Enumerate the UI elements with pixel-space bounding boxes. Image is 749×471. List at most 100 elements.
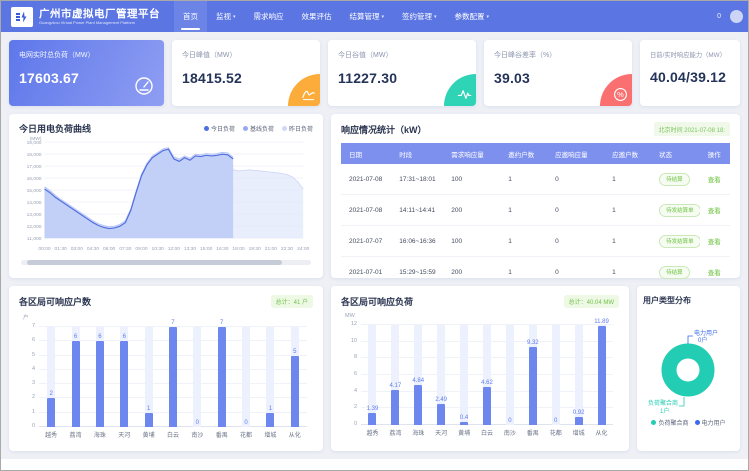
svg-text:04:30: 04:30 bbox=[87, 246, 100, 252]
column-header: 操作 bbox=[700, 143, 730, 164]
nav-item-签约管理[interactable]: 签约管理▾ bbox=[393, 1, 446, 32]
logo-icon bbox=[11, 7, 33, 27]
legend-item[interactable]: 负荷聚合商 bbox=[651, 418, 688, 427]
svg-text:13,000: 13,000 bbox=[27, 212, 42, 218]
nav-item-label: 结算管理 bbox=[350, 11, 380, 22]
bar-花都: 0花都 bbox=[234, 327, 258, 427]
bar-fill[interactable] bbox=[575, 417, 583, 425]
table-cell: 100 bbox=[443, 226, 500, 257]
bar-track bbox=[506, 325, 514, 425]
table-cell: 14:11~14:41 bbox=[391, 195, 443, 226]
nav-item-需求响应[interactable]: 需求响应 bbox=[245, 1, 293, 32]
view-link[interactable]: 查看 bbox=[708, 270, 721, 277]
bar-黄埔: 0.4黄埔 bbox=[453, 325, 476, 425]
bar-fill[interactable] bbox=[96, 341, 104, 427]
bar-fill[interactable] bbox=[460, 422, 468, 425]
column-header: 需求响应量 bbox=[443, 143, 500, 164]
table-row: 2021-07-0716:06~16:36100101待发结算单查看 bbox=[341, 226, 730, 257]
chart-scrollbar[interactable] bbox=[21, 260, 311, 265]
bar-番禺: 7番禺 bbox=[210, 327, 234, 427]
legend-dot-icon bbox=[282, 126, 287, 131]
panel-title-response-stats: 响应情况统计（kW） bbox=[341, 123, 427, 136]
legend-item[interactable]: 基线负荷 bbox=[243, 124, 274, 133]
status-badge: 待发结算单 bbox=[659, 204, 700, 217]
kpi-card-response-capability: 日前/实时响应能力（MW） 40.04/39.12 bbox=[640, 40, 740, 106]
svg-text:07:30: 07:30 bbox=[119, 246, 132, 252]
svg-text:18,000: 18,000 bbox=[27, 152, 42, 158]
svg-text:11,000: 11,000 bbox=[27, 236, 42, 242]
bar-fill[interactable] bbox=[598, 326, 606, 425]
bar-荔湾: 4.17荔湾 bbox=[384, 325, 407, 425]
legend-label: 负荷聚合商 bbox=[658, 418, 688, 427]
bar-fill[interactable] bbox=[145, 413, 153, 427]
svg-text:16:30: 16:30 bbox=[216, 246, 229, 252]
bar-fill[interactable] bbox=[47, 398, 55, 427]
svg-text:09:00: 09:00 bbox=[135, 246, 148, 252]
table-cell: 1 bbox=[500, 164, 547, 195]
column-header: 时段 bbox=[391, 143, 443, 164]
svg-text:15:00: 15:00 bbox=[200, 246, 213, 252]
nav-item-label: 签约管理 bbox=[402, 11, 432, 22]
bar-track bbox=[460, 325, 468, 425]
nav-item-监视[interactable]: 监视▾ bbox=[207, 1, 245, 32]
bar-白云: 7白云 bbox=[161, 327, 185, 427]
svg-text:18:00: 18:00 bbox=[232, 246, 245, 252]
gauge-icon bbox=[134, 76, 154, 96]
bar-fill[interactable] bbox=[391, 390, 399, 425]
legend-item[interactable]: 昨日负荷 bbox=[282, 124, 313, 133]
bar-fill[interactable] bbox=[120, 341, 128, 427]
view-link[interactable]: 查看 bbox=[708, 177, 721, 184]
svg-text:19:30: 19:30 bbox=[249, 246, 262, 252]
district-load-chart: 024681012 1.39越秀4.17荔湾4.84海珠2.49天河0.4黄埔4… bbox=[361, 325, 613, 425]
chevron-down-icon: ▾ bbox=[487, 14, 490, 20]
bar-value-label: 4.62 bbox=[476, 380, 499, 386]
table-cell: 100 bbox=[443, 164, 500, 195]
table-cell: 2021-07-01 bbox=[341, 257, 391, 288]
bar-fill[interactable] bbox=[483, 387, 491, 426]
bar-fill[interactable] bbox=[72, 341, 80, 427]
nav-item-参数配置[interactable]: 参数配置▾ bbox=[446, 1, 499, 32]
view-link[interactable]: 查看 bbox=[708, 208, 721, 215]
bar-fill[interactable] bbox=[529, 347, 537, 425]
bar-fill[interactable] bbox=[368, 413, 376, 425]
nav-item-结算管理[interactable]: 结算管理▾ bbox=[341, 1, 394, 32]
table-cell: 2021-07-08 bbox=[341, 164, 391, 195]
kpi-value: 18415.52 bbox=[182, 70, 310, 86]
bar-fill[interactable] bbox=[437, 404, 445, 425]
column-header: 状态 bbox=[651, 143, 700, 164]
bar-番禺: 9.32番禺 bbox=[521, 325, 544, 425]
total-load-badge: 总计：40.04 MW bbox=[564, 295, 619, 308]
bar-category-label: 从化 bbox=[279, 430, 311, 439]
legend-label: 基线负荷 bbox=[250, 124, 274, 133]
bar-value-label: 11.89 bbox=[590, 319, 613, 325]
district-load-panel: 各区局可响应负荷 总计：40.04 MW MW 024681012 1.39越秀… bbox=[331, 286, 629, 451]
table-row: 2021-07-0814:11~14:41200101待发结算单查看 bbox=[341, 195, 730, 226]
scrollbar-thumb[interactable] bbox=[27, 260, 282, 265]
svg-text:01:30: 01:30 bbox=[55, 246, 68, 252]
load-curve-legend: 今日负荷 基线负荷昨日负荷 bbox=[204, 124, 313, 133]
bar-value-label: 2 bbox=[39, 391, 63, 397]
bar-南沙: 0南沙 bbox=[498, 325, 521, 425]
table-cell: 0 bbox=[547, 195, 604, 226]
user-avatar[interactable] bbox=[730, 10, 743, 23]
panel-title-district-users: 各区局可响应户数 bbox=[19, 295, 91, 308]
main-nav: 首页监视▾需求响应效果评估结算管理▾签约管理▾参数配置▾ bbox=[174, 1, 498, 32]
bar-fill[interactable] bbox=[414, 385, 422, 425]
brand: 广州市虚拟电厂管理平台 Guangzhou Virtual Power Plan… bbox=[11, 7, 160, 27]
nav-item-效果评估[interactable]: 效果评估 bbox=[293, 1, 341, 32]
bar-fill[interactable] bbox=[266, 413, 274, 427]
notification-count[interactable]: 0 bbox=[717, 13, 721, 20]
legend-item[interactable]: 电力用户 bbox=[695, 418, 726, 427]
legend-item[interactable]: 今日负荷 bbox=[204, 124, 235, 133]
view-link[interactable]: 查看 bbox=[708, 239, 721, 246]
nav-item-首页[interactable]: 首页 bbox=[174, 1, 207, 32]
table-cell: 200 bbox=[443, 257, 500, 288]
bar-value-label: 0 bbox=[185, 420, 209, 426]
bar-fill[interactable] bbox=[169, 327, 177, 427]
bar-天河: 6天河 bbox=[112, 327, 136, 427]
bar-fill[interactable] bbox=[218, 327, 226, 427]
app-subtitle: Guangzhou Virtual Power Plant Management… bbox=[39, 20, 160, 25]
table-cell: 1 bbox=[500, 226, 547, 257]
bar-fill[interactable] bbox=[291, 356, 299, 427]
load-curve-panel: 今日用电负荷曲线 今日负荷基线负荷昨日负荷 19,00018,00017,000… bbox=[9, 114, 323, 278]
